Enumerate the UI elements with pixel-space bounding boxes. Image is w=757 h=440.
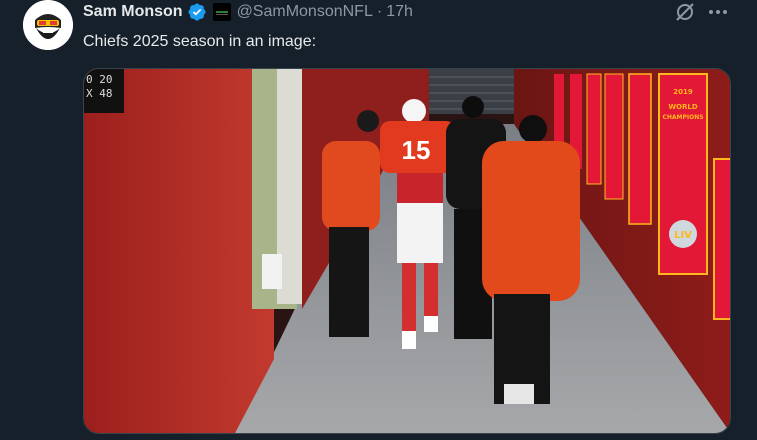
svg-text:LIV: LIV (674, 230, 692, 241)
author-avatar[interactable] (23, 0, 73, 50)
separator-dot: · (376, 3, 383, 20)
scoreboard-row-2: X 48 (86, 87, 113, 100)
post-timestamp[interactable]: 17h (386, 3, 413, 21)
affiliate-badge-icon[interactable] (212, 3, 231, 21)
scoreboard: 0 20 X 48 (84, 69, 124, 113)
more-icon[interactable] (707, 1, 729, 23)
svg-text:WORLD: WORLD (668, 103, 698, 111)
post-image[interactable]: 2019 WORLD CHAMPIONS LIV 15 0 20 X 48 (83, 68, 731, 434)
grok-icon[interactable] (674, 1, 696, 23)
post-text: Chiefs 2025 season in an image: (83, 33, 317, 50)
tweet-header: Sam Monson @SamMonsonNFL · 17h (83, 1, 413, 23)
scoreboard-row-1: 0 20 (86, 73, 113, 86)
avatar-illustration (23, 0, 73, 50)
verified-badge-icon (187, 2, 207, 22)
author-handle[interactable]: @SamMonsonNFL (237, 3, 373, 21)
tunnel-photo: 2019 WORLD CHAMPIONS LIV 15 (84, 69, 730, 433)
svg-text:2019: 2019 (673, 88, 693, 96)
svg-text:15: 15 (402, 135, 431, 165)
author-name[interactable]: Sam Monson (83, 3, 183, 21)
tweet: Sam Monson @SamMonsonNFL · 17h Chiefs 20… (0, 0, 757, 440)
svg-text:CHAMPIONS: CHAMPIONS (662, 114, 703, 121)
